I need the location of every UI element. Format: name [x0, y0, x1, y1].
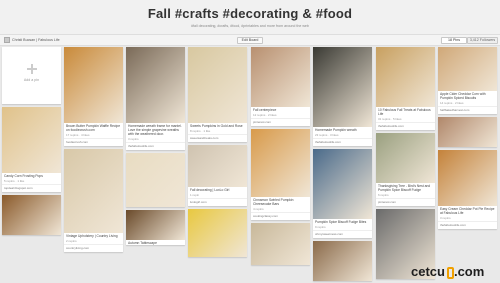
- pin-image[interactable]: [64, 149, 123, 233]
- edit-board-button[interactable]: Edit Board: [237, 37, 263, 44]
- board-page: Fall #crafts #decorating & #food #fall d…: [0, 0, 500, 283]
- pin-column: Apple Cider Cheddar Corn with Pumpkin Sp…: [438, 47, 497, 232]
- pin-column: Brown Butter Pumpkin Waffle Recipe on fo…: [64, 47, 123, 255]
- pin-image[interactable]: [376, 47, 435, 107]
- pin-column: Fall centerpiece 12 repins · 2 likes pinte…: [251, 47, 310, 268]
- pin-caption: Cinnamon Swirled Pumpkin Cheesecake Bars: [253, 198, 294, 206]
- pin-source-link[interactable]: ohmysweetness.com: [313, 230, 372, 238]
- pin-column: Homemade Pumpkin wreath 23 repins · 3 lik…: [313, 47, 372, 283]
- pin-caption: Vintage Upholstery | Country Living: [66, 234, 118, 238]
- pin-caption: Sweets Pumpkins in Gold and Rose: [190, 124, 243, 128]
- pin-caption: Autumn Tablescape: [128, 241, 157, 245]
- pin-card[interactable]: Sweets Pumpkins in Gold and Rose 8 repins…: [188, 47, 247, 142]
- logo-icon: [446, 266, 454, 279]
- pin-card[interactable]: Autumn Tablescape: [126, 210, 185, 245]
- pin-card[interactable]: [251, 223, 310, 265]
- avatar[interactable]: [4, 37, 10, 43]
- pin-image[interactable]: [64, 47, 123, 123]
- pin-source-link[interactable]: pinterest.com: [376, 198, 435, 206]
- watermark-logo: cetcu .com: [411, 264, 485, 279]
- pin-source-link[interactable]: foodiecrush.com: [64, 138, 123, 146]
- pin-image[interactable]: [251, 129, 310, 197]
- pin-card[interactable]: Brown Butter Pumpkin Waffle Recipe on fo…: [64, 47, 123, 146]
- pin-column: Homemade wreath frame for mantel. Love t…: [126, 47, 185, 248]
- pin-card[interactable]: [313, 241, 372, 281]
- board-title: Fall #crafts #decorating & #food: [147, 6, 353, 21]
- pin-card[interactable]: Apple Cider Cheddar Corn with Pumpkin Sp…: [438, 47, 497, 114]
- pin-source-link[interactable]: thefabulouslife.com: [313, 138, 372, 146]
- pin-image[interactable]: [438, 47, 497, 91]
- pin-card[interactable]: [438, 117, 497, 147]
- pin-source-link[interactable]: thefabulouslife.com: [438, 221, 497, 229]
- pin-card[interactable]: Homemade wreath frame for mantel. Love t…: [126, 47, 185, 150]
- pin-source-link[interactable]: sweetsandtreats.com: [188, 134, 247, 142]
- pin-card[interactable]: [2, 195, 61, 235]
- pin-column: 10 Fabulous Fall Treats at Fabulous Life…: [376, 47, 435, 282]
- pin-image[interactable]: [438, 150, 497, 206]
- board-owner[interactable]: Christi Bucsan | Fabulous Life: [4, 37, 60, 43]
- add-pin-button[interactable]: Add a pin: [2, 47, 61, 104]
- pin-image[interactable]: [2, 195, 61, 235]
- pin-caption: Thanksgiving Tree - Bird's Nest and Pump…: [378, 184, 431, 192]
- pin-image[interactable]: [251, 47, 310, 107]
- tab-followers[interactable]: 3,412 Followers: [467, 37, 498, 44]
- pin-source-link[interactable]: halfbakedharvest.com: [438, 106, 497, 114]
- pin-image[interactable]: [438, 117, 497, 147]
- pin-image[interactable]: [126, 47, 185, 123]
- pin-card[interactable]: Candy Corn Frosting Pops 5 repins · 1 lik…: [2, 107, 61, 192]
- pin-image[interactable]: [313, 149, 372, 219]
- board-toolbar: Christi Bucsan | Fabulous Life Edit Boar…: [0, 34, 500, 46]
- pin-image[interactable]: [188, 209, 247, 257]
- pin-column: Add a pin Candy Corn Frosting Pops 5 repin…: [2, 47, 61, 238]
- pin-caption: Brown Butter Pumpkin Waffle Recipe on fo…: [66, 124, 121, 132]
- pin-card[interactable]: Pumpkin Spice Biscoff Fudge Bites 9 repin…: [313, 149, 372, 238]
- pin-card[interactable]: 10 Fabulous Fall Treats at Fabulous Life…: [376, 47, 435, 130]
- board-header: Fall #crafts #decorating & #food #fall d…: [0, 0, 500, 34]
- pin-card[interactable]: Easy Cream Cheddar Pot Pie Recipe at Fab…: [438, 150, 497, 229]
- plus-icon: [27, 64, 37, 74]
- pin-source-link[interactable]: thefabulouslife.com: [376, 122, 435, 130]
- pin-card[interactable]: Fall decorating | LuxLo Girl 1 repin luxlo…: [188, 145, 247, 206]
- owner-name[interactable]: Christi Bucsan | Fabulous Life: [12, 38, 60, 42]
- pin-source-link[interactable]: topdeal.blogspot.com: [2, 184, 61, 192]
- pin-card[interactable]: Fall centerpiece 12 repins · 2 likes pinte…: [251, 47, 310, 126]
- pin-source-link[interactable]: thefabulouslife.com: [126, 142, 185, 150]
- pin-source-link[interactable]: luxlogirl.com: [188, 198, 247, 206]
- pin-caption: 10 Fabulous Fall Treats at Fabulous Life: [378, 108, 431, 116]
- pin-grid: Add a pin Candy Corn Frosting Pops 5 repin…: [0, 47, 500, 283]
- pin-card[interactable]: Homemade Pumpkin wreath 23 repins · 3 lik…: [313, 47, 372, 146]
- pin-caption: Homemade wreath frame for mantel. Love t…: [128, 124, 182, 136]
- pin-source-link[interactable]: pinterest.com: [251, 118, 310, 126]
- board-description: #fall decorating, #crafts, #food, #print…: [191, 24, 309, 28]
- pin-card[interactable]: Vintage Upholstery | Country Living 2 rep…: [64, 149, 123, 252]
- pin-card[interactable]: [126, 153, 185, 207]
- pin-card[interactable]: [188, 209, 247, 257]
- pin-source-link[interactable]: countryliving.com: [64, 244, 123, 252]
- pin-image[interactable]: [313, 47, 372, 127]
- pin-caption: Pumpkin Spice Biscoff Fudge Bites: [315, 220, 367, 224]
- pin-image[interactable]: [2, 107, 61, 173]
- pin-card[interactable]: Cinnamon Swirled Pumpkin Cheesecake Bars…: [251, 129, 310, 220]
- pin-image[interactable]: [188, 47, 247, 123]
- pin-column: Sweets Pumpkins in Gold and Rose 8 repins…: [188, 47, 247, 260]
- pin-image[interactable]: [376, 133, 435, 183]
- pin-image[interactable]: [126, 210, 185, 240]
- pin-caption: Easy Cream Cheddar Pot Pie Recipe at Fab…: [440, 207, 495, 215]
- pin-source-link[interactable]: cookingclassy.com: [251, 212, 310, 220]
- tab-pins[interactable]: 18 Pins: [441, 37, 467, 44]
- add-pin-label: Add a pin: [23, 78, 40, 82]
- pin-card[interactable]: Thanksgiving Tree - Bird's Nest and Pump…: [376, 133, 435, 206]
- pin-image[interactable]: [251, 223, 310, 265]
- pin-image[interactable]: [126, 153, 185, 207]
- pin-caption: Apple Cider Cheddar Corn with Pumpkin Sp…: [440, 92, 486, 100]
- pin-image[interactable]: [188, 145, 247, 187]
- pin-image[interactable]: [313, 241, 372, 281]
